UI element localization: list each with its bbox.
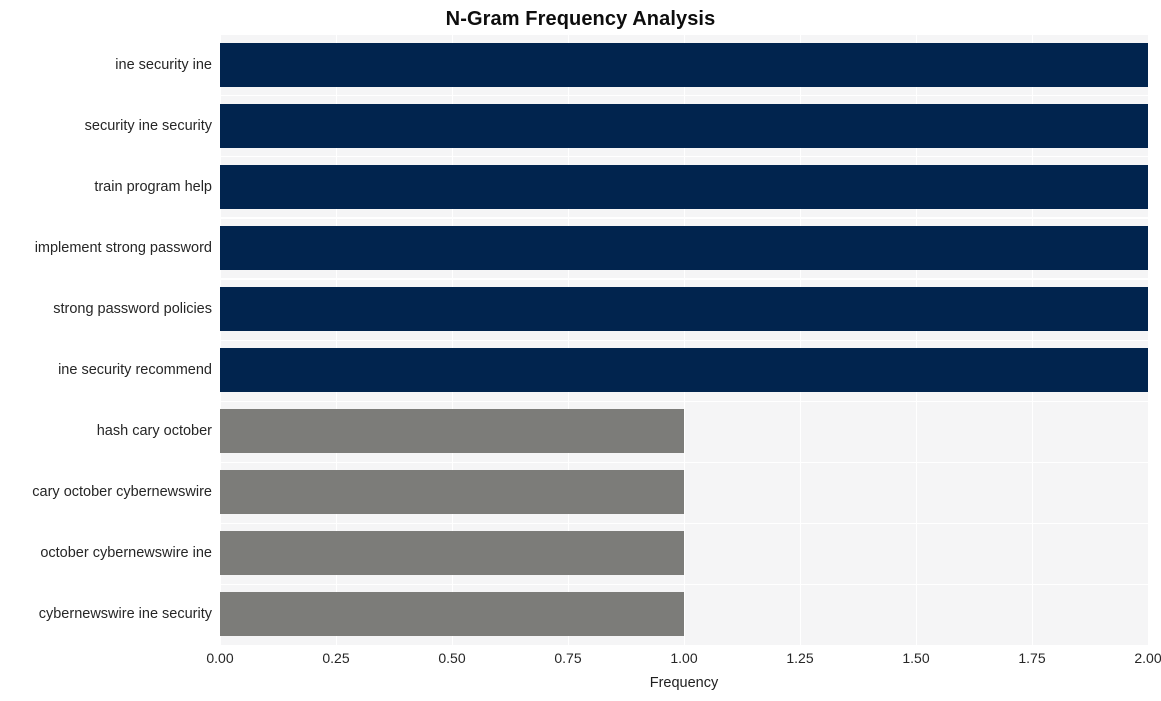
chart-title: N-Gram Frequency Analysis <box>445 8 716 30</box>
gridline-horizontal <box>220 156 1148 158</box>
bar[interactable] <box>220 42 1148 87</box>
gridline-horizontal <box>220 217 1148 219</box>
y-axis-tick-label: october cybernewswire ine <box>40 545 212 562</box>
chart-figure: N-Gram Frequency Analysis ine security i… <box>0 0 1161 701</box>
x-axis-tick-label: 0.50 <box>438 650 466 666</box>
x-axis-tick-label: 0.75 <box>554 650 582 666</box>
x-axis-tick-labels: 0.00 0.25 0.50 0.75 1.00 1.25 1.50 1.75 2.00 <box>206 648 1161 672</box>
bar[interactable] <box>220 470 684 515</box>
y-axis-tick-label: implement strong password <box>34 239 212 256</box>
gridline-horizontal <box>220 34 1148 36</box>
x-axis-tick-label: 0.25 <box>322 650 350 666</box>
gridline-horizontal <box>220 400 1148 402</box>
x-axis-tick-label: 1.00 <box>670 650 698 666</box>
gridline-horizontal <box>220 461 1148 463</box>
y-axis-tick-label: ine security recommend <box>58 362 212 379</box>
bar[interactable] <box>220 348 1148 393</box>
bar[interactable] <box>220 409 684 454</box>
gridline-horizontal <box>220 583 1148 586</box>
y-axis-tick-label: security ine security <box>84 117 212 134</box>
x-axis-tick-label: 1.75 <box>1018 650 1046 666</box>
gridline-horizontal <box>220 339 1148 341</box>
bar[interactable] <box>220 164 1148 209</box>
gridline-horizontal <box>220 522 1148 525</box>
bar[interactable] <box>220 286 1148 331</box>
y-axis-tick-label: hash cary october <box>96 423 212 440</box>
gridline-horizontal <box>220 278 1148 280</box>
y-axis-tick-label: train program help <box>94 178 212 195</box>
y-axis-tick-label: ine security ine <box>115 56 212 73</box>
x-axis-tick-label: 2.00 <box>1134 650 1161 666</box>
bar[interactable] <box>220 225 1148 270</box>
x-axis-tick-label: 1.25 <box>786 650 814 666</box>
bar[interactable] <box>220 103 1148 148</box>
x-axis-tick-label: 1.50 <box>902 650 930 666</box>
x-axis-label: Frequency <box>649 675 719 691</box>
y-axis-tick-label: strong password policies <box>53 300 212 317</box>
x-axis-tick-label: 0.00 <box>206 650 234 666</box>
plot-area <box>220 34 1148 645</box>
bar[interactable] <box>220 592 684 637</box>
y-axis-tick-labels: ine security ine security ine security tra… <box>0 34 212 645</box>
bar[interactable] <box>220 531 684 576</box>
y-axis-tick-label: cary october cybernewswire <box>32 484 212 501</box>
gridline-horizontal <box>220 95 1148 97</box>
y-axis-tick-label: cybernewswire ine security <box>38 606 212 623</box>
